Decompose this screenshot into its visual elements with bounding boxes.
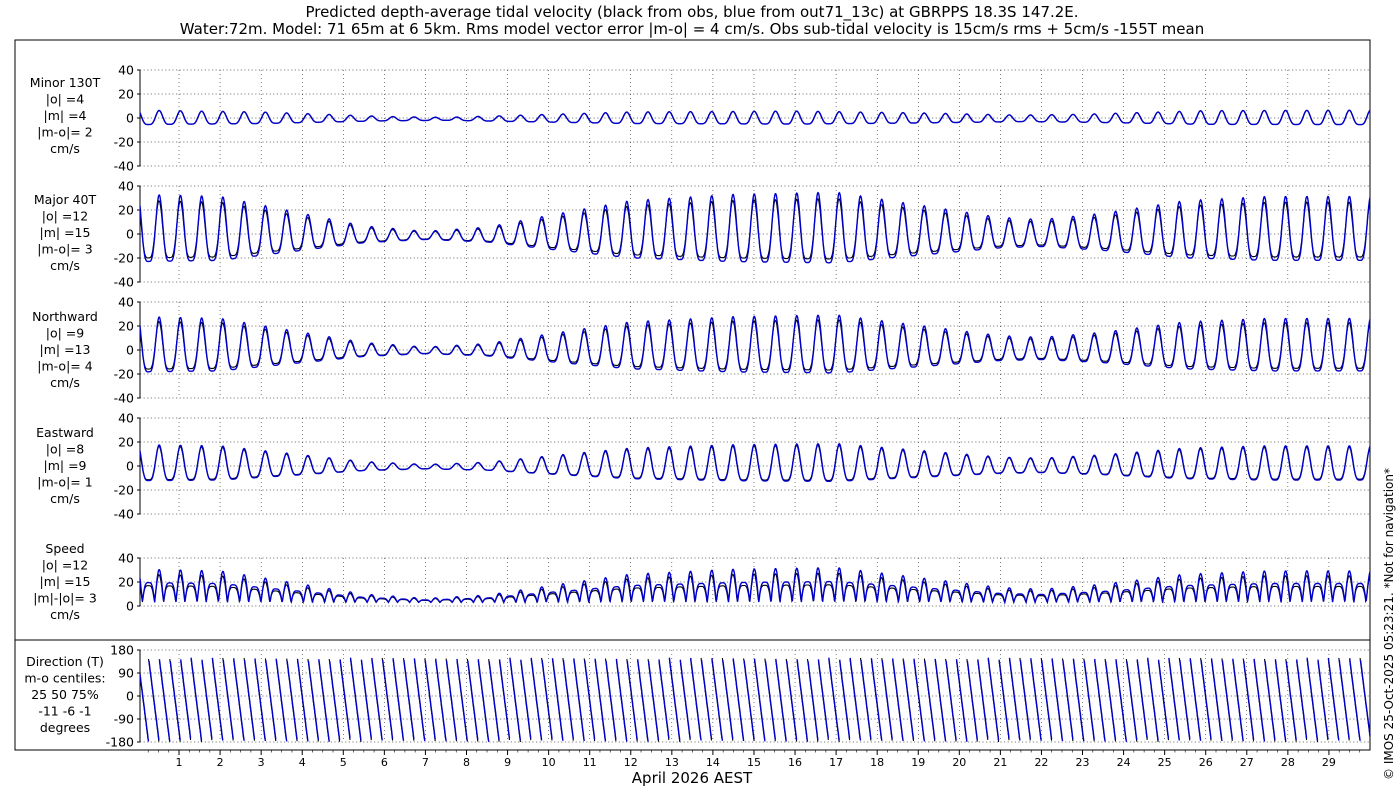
x-tick-label-3: 3 [258, 756, 265, 769]
x-tick-label-5: 5 [340, 756, 347, 769]
x-tick-label-19: 19 [911, 756, 925, 769]
panel-label-minor-4: cm/s [50, 141, 80, 156]
y-tick-label-speed-2: 0 [126, 599, 134, 614]
copyright-credit: © IMOS 25-Oct-2025 05:23:21. *Not for na… [1382, 468, 1396, 780]
x-tick-label-7: 7 [422, 756, 429, 769]
panel-label-eastward-0: Eastward [36, 425, 94, 440]
panel-label-eastward-2: |m| =9 [44, 458, 87, 473]
y-tick-label-minor-3: -20 [114, 135, 134, 150]
y-tick-label-direction-3: -90 [114, 712, 134, 727]
panel-label-major-2: |m| =15 [40, 225, 91, 240]
panel-label-minor-3: |m-o|= 2 [37, 125, 92, 140]
panel-label-speed-0: Speed [45, 541, 84, 556]
y-tick-label-minor-1: 20 [118, 87, 134, 102]
y-tick-label-minor-2: 0 [126, 111, 134, 126]
x-tick-label-18: 18 [870, 756, 884, 769]
y-tick-label-minor-0: 40 [118, 63, 134, 78]
panel-label-speed-3: |m|-|o|= 3 [33, 591, 97, 606]
panel-label-northward-0: Northward [32, 309, 98, 324]
y-tick-label-major-3: -20 [114, 251, 134, 266]
panel-label-minor-2: |m| =4 [44, 108, 87, 123]
x-tick-label-17: 17 [829, 756, 843, 769]
panel-label-direction-4: degrees [40, 720, 90, 735]
panel-label-minor-1: |o| =4 [46, 92, 85, 107]
x-tick-label-22: 22 [1034, 756, 1048, 769]
y-tick-label-major-4: -40 [114, 275, 134, 290]
panel-label-major-0: Major 40T [34, 192, 97, 207]
x-tick-label-27: 27 [1240, 756, 1254, 769]
y-tick-label-eastward-4: -40 [114, 507, 134, 522]
x-tick-label-21: 21 [993, 756, 1007, 769]
y-tick-label-northward-0: 40 [118, 295, 134, 310]
x-tick-label-25: 25 [1158, 756, 1172, 769]
y-tick-label-direction-4: -180 [106, 735, 134, 750]
y-tick-label-direction-2: 0 [126, 689, 134, 704]
x-tick-label-12: 12 [624, 756, 638, 769]
panel-label-major-4: cm/s [50, 258, 80, 273]
y-tick-label-northward-1: 20 [118, 319, 134, 334]
y-tick-label-direction-1: 90 [118, 666, 134, 681]
x-tick-label-20: 20 [952, 756, 966, 769]
x-tick-label-1: 1 [176, 756, 183, 769]
panel-label-direction-2: 25 50 75% [31, 687, 99, 702]
panel-label-northward-2: |m| =13 [40, 342, 91, 357]
x-tick-label-28: 28 [1281, 756, 1295, 769]
y-tick-label-major-0: 40 [118, 179, 134, 194]
y-tick-label-speed-0: 40 [118, 551, 134, 566]
y-tick-label-major-1: 20 [118, 203, 134, 218]
x-tick-label-2: 2 [217, 756, 224, 769]
y-tick-label-speed-1: 20 [118, 575, 134, 590]
x-tick-label-14: 14 [706, 756, 720, 769]
panel-label-northward-3: |m-o|= 4 [37, 359, 92, 374]
panel-label-northward-1: |o| =9 [46, 326, 85, 341]
panel-label-speed-2: |m| =15 [40, 574, 91, 589]
panel-label-eastward-4: cm/s [50, 491, 80, 506]
x-tick-label-9: 9 [504, 756, 511, 769]
x-tick-label-16: 16 [788, 756, 802, 769]
x-tick-label-15: 15 [747, 756, 761, 769]
panel-label-major-3: |m-o|= 3 [37, 242, 92, 257]
panel-label-minor-0: Minor 130T [30, 75, 101, 90]
panel-label-eastward-3: |m-o|= 1 [37, 475, 92, 490]
x-tick-label-6: 6 [381, 756, 388, 769]
panel-label-northward-4: cm/s [50, 375, 80, 390]
panel-label-eastward-1: |o| =8 [46, 442, 85, 457]
x-tick-label-10: 10 [542, 756, 556, 769]
y-tick-label-eastward-1: 20 [118, 435, 134, 450]
x-tick-label-13: 13 [665, 756, 679, 769]
x-tick-label-8: 8 [463, 756, 470, 769]
tidal-velocity-figure: Predicted depth-average tidal velocity (… [0, 0, 1400, 800]
x-axis-label: April 2026 AEST [632, 769, 753, 787]
panel-label-major-1: |o| =12 [42, 209, 88, 224]
panel-label-direction-1: m-o centiles: [24, 671, 105, 686]
panel-label-direction-3: -11 -6 -1 [38, 704, 91, 719]
x-tick-label-29: 29 [1322, 756, 1336, 769]
y-tick-label-eastward-2: 0 [126, 459, 134, 474]
x-tick-label-26: 26 [1199, 756, 1213, 769]
y-tick-label-northward-4: -40 [114, 391, 134, 406]
x-tick-label-4: 4 [299, 756, 306, 769]
panel-label-direction-0: Direction (T) [26, 654, 104, 669]
y-tick-label-eastward-3: -20 [114, 483, 134, 498]
y-tick-label-minor-4: -40 [114, 159, 134, 174]
chart-title-line-2: Water:72m. Model: 71 65m at 6 5km. Rms m… [180, 20, 1204, 38]
y-tick-label-northward-3: -20 [114, 367, 134, 382]
x-tick-label-11: 11 [583, 756, 597, 769]
y-tick-label-northward-2: 0 [126, 343, 134, 358]
x-tick-label-23: 23 [1076, 756, 1090, 769]
y-tick-label-eastward-0: 40 [118, 411, 134, 426]
y-tick-label-direction-0: 180 [110, 643, 134, 658]
panel-label-speed-1: |o| =12 [42, 558, 88, 573]
x-tick-label-24: 24 [1117, 756, 1131, 769]
y-tick-label-major-2: 0 [126, 227, 134, 242]
panel-label-speed-4: cm/s [50, 607, 80, 622]
